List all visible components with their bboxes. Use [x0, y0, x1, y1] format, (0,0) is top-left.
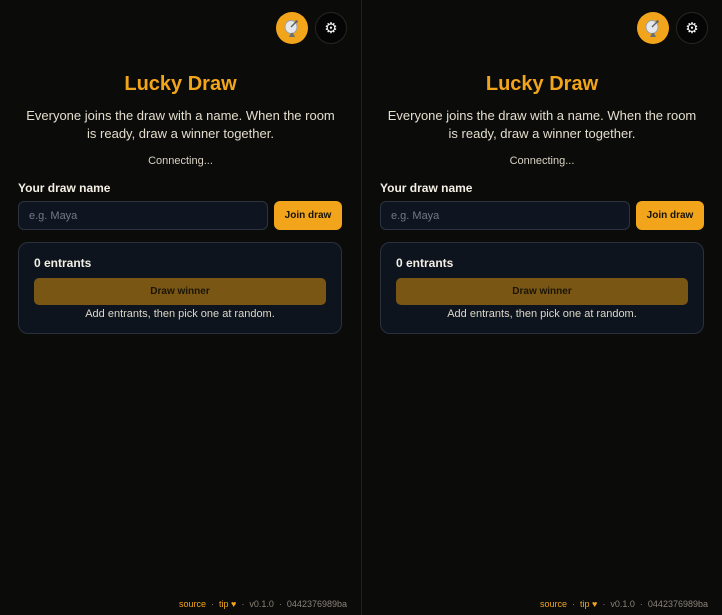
page-title: Lucky Draw — [485, 73, 599, 95]
draw-name-label: Your draw name — [380, 181, 473, 195]
page-description: Everyone joins the draw with a name. Whe… — [387, 108, 697, 141]
pane-left: ⚙ Lucky Draw Everyone joins the draw wit… — [0, 0, 361, 615]
split-view: ⚙ Lucky Draw Everyone joins the draw wit… — [0, 0, 722, 615]
tip-link[interactable]: tip ♥ — [219, 599, 236, 609]
footer-separator: · — [241, 599, 245, 609]
page-title: Lucky Draw — [124, 73, 237, 95]
connection-button[interactable] — [637, 12, 669, 44]
heart-icon: ♥ — [231, 599, 237, 609]
join-draw-button[interactable]: Join draw — [274, 201, 342, 230]
build-hash: 0442376989ba — [286, 599, 347, 609]
page-description: Everyone joins the draw with a name. Whe… — [26, 108, 335, 141]
entrants-count: 0 entrants — [34, 256, 92, 270]
version-label: v0.1.0 — [610, 599, 635, 609]
version-label: v0.1.0 — [249, 599, 274, 609]
settings-button[interactable]: ⚙ — [676, 12, 708, 44]
tip-label: tip — [580, 599, 590, 609]
build-hash: 0442376989ba — [647, 599, 708, 609]
draw-name-input[interactable] — [18, 201, 268, 230]
gear-icon: ⚙ — [324, 20, 338, 37]
footer-separator: · — [211, 599, 215, 609]
top-icons: ⚙ — [276, 12, 347, 44]
top-icons: ⚙ — [637, 12, 708, 44]
connection-button[interactable] — [276, 12, 308, 44]
settings-button[interactable]: ⚙ — [315, 12, 347, 44]
satellite-antenna-icon — [284, 20, 298, 37]
pane-right: ⚙ Lucky Draw Everyone joins the draw wit… — [361, 0, 722, 615]
footer-separator: · — [278, 599, 282, 609]
gear-icon: ⚙ — [685, 20, 699, 37]
draw-winner-button[interactable]: Draw winner — [34, 278, 326, 305]
tip-link[interactable]: tip ♥ — [580, 599, 597, 609]
satellite-antenna-icon — [645, 20, 659, 37]
draw-hint: Add entrants, then pick one at random. — [85, 308, 275, 320]
footer-separator: · — [572, 599, 576, 609]
draw-card: 0 entrants Draw winner Add entrants, the… — [380, 242, 704, 334]
footer-separator: · — [639, 599, 643, 609]
connection-status: Connecting... — [509, 155, 575, 167]
connection-status: Connecting... — [148, 155, 213, 167]
source-link[interactable]: source — [179, 599, 206, 609]
tip-label: tip — [219, 599, 229, 609]
draw-card: 0 entrants Draw winner Add entrants, the… — [18, 242, 342, 334]
footer: source · tip ♥ · v0.1.0 · 0442376989ba — [179, 599, 347, 609]
entrants-count: 0 entrants — [396, 256, 454, 270]
draw-name-label: Your draw name — [18, 181, 111, 195]
draw-hint: Add entrants, then pick one at random. — [447, 308, 637, 320]
join-draw-button[interactable]: Join draw — [636, 201, 704, 230]
footer-separator: · — [602, 599, 606, 609]
footer: source · tip ♥ · v0.1.0 · 0442376989ba — [540, 599, 708, 609]
source-link[interactable]: source — [540, 599, 567, 609]
draw-name-input[interactable] — [380, 201, 630, 230]
heart-icon: ♥ — [592, 599, 598, 609]
draw-winner-button[interactable]: Draw winner — [396, 278, 688, 305]
